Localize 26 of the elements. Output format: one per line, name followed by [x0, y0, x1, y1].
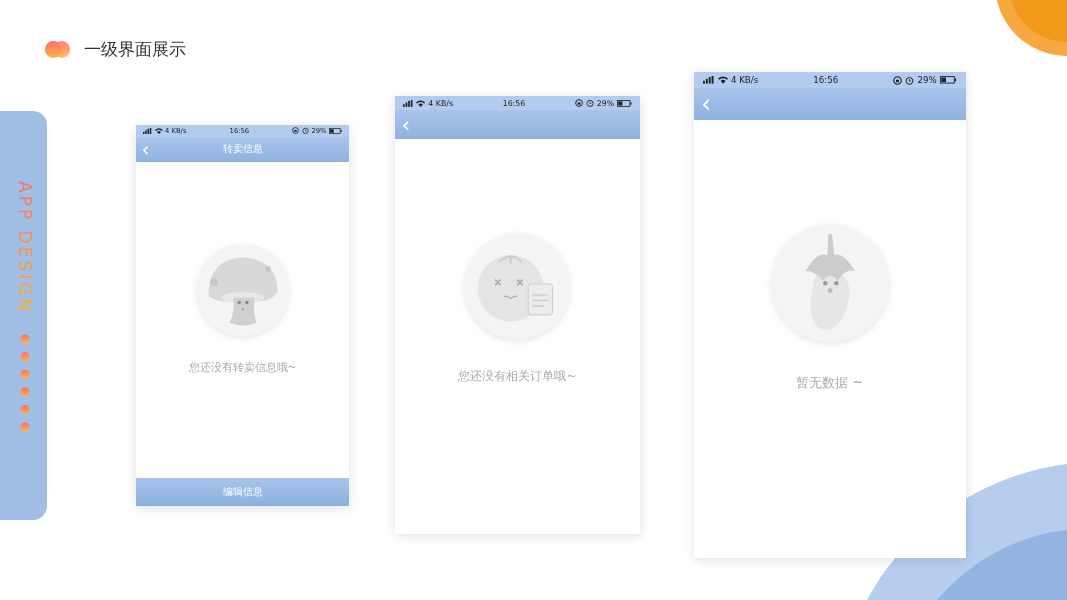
battery-icon — [329, 127, 342, 134]
network-speed: 4 KB/s — [730, 75, 759, 86]
wifi-icon — [154, 127, 163, 134]
corner-circle-drawing — [995, 0, 1067, 56]
alarm-icon — [585, 99, 594, 108]
back-button[interactable]: ‹ — [693, 91, 719, 117]
back-button[interactable]: ‹ — [136, 140, 155, 159]
wifi-icon — [416, 99, 426, 107]
battery-icon — [616, 99, 632, 107]
signal-icon — [143, 127, 152, 134]
logo-icon — [44, 40, 72, 59]
wifi-icon — [717, 76, 728, 84]
empty-message: 您还没有转卖信息哦~ — [188, 361, 297, 376]
battery-percent: 29% — [917, 75, 937, 86]
back-button[interactable]: ‹ — [395, 113, 417, 136]
screen-title: 转卖信息 — [222, 143, 263, 156]
signal-icon — [403, 99, 414, 107]
edit-button[interactable]: 编辑信息 — [136, 477, 349, 506]
alarm-icon — [905, 75, 915, 85]
signal-icon — [702, 76, 715, 84]
empty-message: 您还没有相关订单哦~ — [458, 368, 577, 385]
battery-icon — [940, 76, 957, 84]
status-time: 16:56 — [813, 75, 839, 86]
page-heading: 一级界面展示 — [84, 38, 186, 61]
alarm-icon — [301, 127, 309, 135]
empty-message: 暂无数据 ~ — [796, 373, 864, 392]
